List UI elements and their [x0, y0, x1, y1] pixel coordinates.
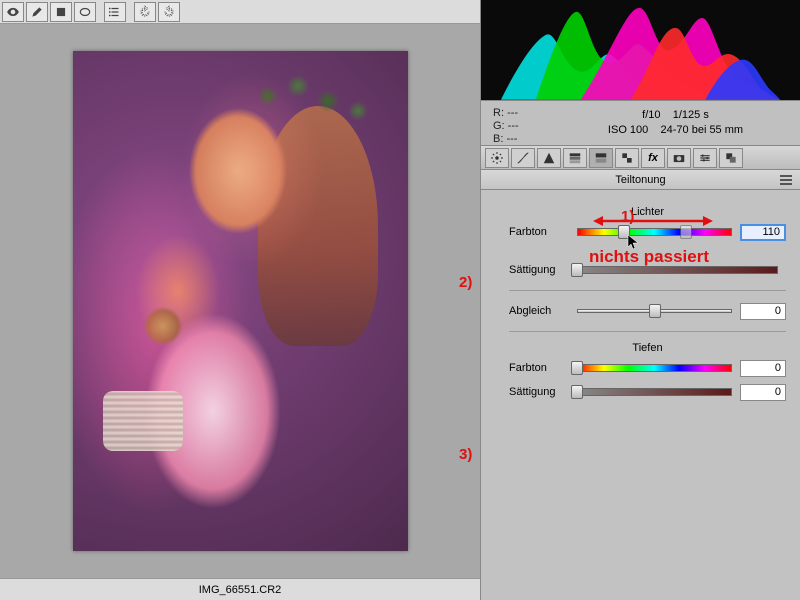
tool-ellipse[interactable] — [74, 2, 96, 22]
tab-curve-icon[interactable] — [511, 148, 535, 168]
panel-title: Teiltonung — [615, 174, 665, 186]
highlights-sat-slider[interactable] — [577, 266, 778, 274]
highlights-hue-label: Farbton — [509, 226, 569, 238]
histogram[interactable] — [481, 0, 800, 100]
tool-rotate-cw[interactable] — [158, 2, 180, 22]
lens: 24-70 bei 55 mm — [661, 124, 744, 136]
tab-fx-icon[interactable]: fx — [641, 148, 665, 168]
balance-label: Abgleich — [509, 305, 569, 317]
highlights-hue-row: Farbton 1) — [509, 222, 786, 242]
shadows-sat-input[interactable] — [740, 384, 786, 401]
panel-title-bar: Teiltonung — [481, 170, 800, 190]
tool-brush[interactable] — [26, 2, 48, 22]
tab-camera-icon[interactable] — [667, 148, 691, 168]
annotation-3: 3) — [459, 446, 472, 463]
tool-rotate-ccw[interactable] — [134, 2, 156, 22]
highlights-sat-label: Sättigung — [509, 264, 569, 276]
shadows-hue-slider[interactable] — [577, 364, 732, 372]
tab-snapshots-icon[interactable] — [719, 148, 743, 168]
meta-readout: R: --- G: --- B: --- f/10 1/125 s ISO 10… — [481, 100, 800, 146]
tab-basic-icon[interactable] — [485, 148, 509, 168]
panel-tabs: fx — [481, 146, 800, 170]
tab-hsl-icon[interactable] — [563, 148, 587, 168]
tab-presets-icon[interactable] — [693, 148, 717, 168]
readout-g: --- — [508, 120, 519, 132]
highlights-hue-slider[interactable]: 1) — [577, 228, 732, 236]
tool-rect[interactable] — [50, 2, 72, 22]
right-pane: R: --- G: --- B: --- f/10 1/125 s ISO 10… — [480, 0, 800, 600]
toolbar — [0, 0, 480, 24]
preview-image — [73, 51, 408, 551]
shadows-hue-label: Farbton — [509, 362, 569, 374]
separator — [509, 331, 786, 332]
shadows-sat-row: Sättigung — [509, 382, 786, 402]
balance-slider[interactable] — [577, 309, 732, 313]
balance-row: Abgleich — [509, 301, 786, 321]
shadows-hue-row: Farbton — [509, 358, 786, 378]
tab-split-icon[interactable] — [589, 148, 613, 168]
highlights-hue-input[interactable] — [740, 224, 786, 241]
tool-eye[interactable] — [2, 2, 24, 22]
panel-menu-icon[interactable] — [780, 173, 794, 187]
tab-detail-icon[interactable] — [537, 148, 561, 168]
split-toning-panel: 2) 3) Lichter Farbton 1) nicht — [481, 190, 800, 402]
left-pane: IMG_66551.CR2 — [0, 0, 480, 600]
shadows-sat-label: Sättigung — [509, 386, 569, 398]
readout-b: --- — [506, 133, 517, 145]
shadows-hue-input[interactable] — [740, 360, 786, 377]
iso: ISO 100 — [608, 124, 648, 136]
filename-bar: IMG_66551.CR2 — [0, 578, 480, 600]
shutter: 1/125 s — [673, 109, 709, 121]
highlights-sat-row: Sättigung — [509, 260, 786, 280]
balance-input[interactable] — [740, 303, 786, 320]
annotation-arrow-icon — [593, 214, 713, 228]
filename-label: IMG_66551.CR2 — [199, 584, 282, 596]
image-viewport[interactable] — [0, 24, 480, 578]
tab-lens-icon[interactable] — [615, 148, 639, 168]
shadows-sat-slider[interactable] — [577, 388, 732, 396]
tool-list[interactable] — [104, 2, 126, 22]
separator — [509, 290, 786, 291]
annotation-2: 2) — [459, 274, 472, 291]
readout-r: --- — [507, 107, 518, 119]
shadows-title: Tiefen — [509, 342, 786, 354]
aperture: f/10 — [642, 109, 660, 121]
